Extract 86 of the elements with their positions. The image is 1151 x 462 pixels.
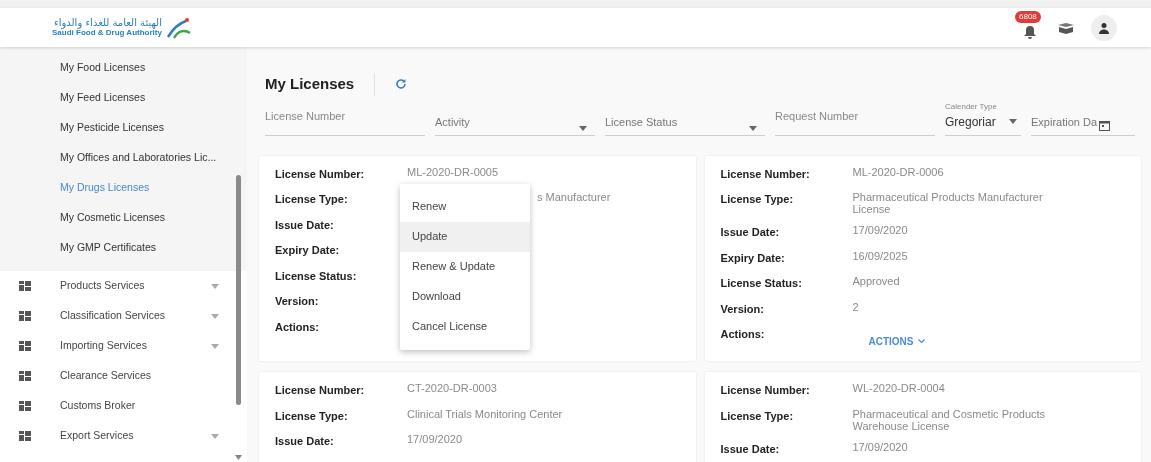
sidebar-item[interactable]: Products Services [0,271,247,301]
grid-icon [19,341,31,351]
page-title: My Licenses [265,73,376,96]
field-label: Expiry Date: [720,250,786,266]
field-value: ML-2020-DR-0006 [852,165,944,178]
field-label: Actions: [275,319,320,335]
menu-item[interactable]: Update [400,221,530,252]
person-icon [1098,21,1110,34]
scrollbar[interactable] [236,175,241,405]
grid-icon [19,281,31,291]
grid-icon [19,311,31,321]
caret-icon [579,125,587,131]
field-label: License Status: [720,276,803,292]
caret-icon [1009,119,1017,124]
caret-icon [211,433,219,439]
field-label: License Type: [275,192,349,207]
select-field[interactable]: License Status [605,101,765,136]
field-label: License Number: [720,383,811,399]
field-value: Approved [852,275,900,288]
field-label: License Type: [720,192,795,207]
caret-icon [211,283,219,289]
date-field[interactable]: Expiration Da [1031,101,1135,136]
caret-icon [211,343,219,349]
sidebar-subitem[interactable]: My Drugs Licenses [0,173,247,203]
menu-item[interactable]: Renew [400,191,530,222]
bell-icon[interactable] [1023,24,1037,39]
sidebar-item[interactable]: Export Services [0,421,247,451]
field-label: Issue Date: [720,441,781,457]
field-label: Issue Date: [275,434,335,450]
grid-icon [19,401,31,411]
avatar[interactable] [1091,14,1117,41]
menu-item[interactable]: Renew & Update [400,251,530,282]
caret-icon [749,125,757,131]
field-value: 16/09/2025 [852,249,908,262]
sidebar-subitem[interactable]: My Food Licenses [0,53,247,83]
select-field[interactable]: Calender Type Gregoriar [945,101,1021,136]
text-field[interactable]: License Number [265,101,425,136]
field-label: License Type: [720,408,795,424]
sidebar-item[interactable]: Classification Services [0,301,247,331]
field-label: Expiry Date: [275,243,341,258]
text-field[interactable]: Request Number [775,101,935,136]
field-value: Clinical Trials Monitoring Center [407,407,563,420]
calendar-icon [1099,119,1111,131]
field-label: Issue Date: [275,217,335,233]
logo-icon [165,16,192,39]
field-value: CT-2020-DR-0003 [407,382,497,395]
notification-badge: 6808 [1015,10,1041,23]
field-label: Version: [720,301,765,317]
field-label: Version: [275,294,320,309]
sidebar-subitem[interactable]: My GMP Certificates [0,233,247,263]
sidebar-subitem[interactable]: My Cosmetic Licenses [0,203,247,233]
grid-icon [19,371,31,381]
field-label: License Number: [275,166,366,182]
field-label: License Status: [275,268,358,284]
field-label: Actions: [720,327,766,343]
field-value: s Manufacturer [537,191,611,204]
field-value: Pharmaceutical and Cosmetic Products Warehouse License [852,407,1047,432]
sidebar-subitem[interactable]: My Offices and Laboratories Lic... [0,143,247,173]
box-icon[interactable] [1057,21,1075,34]
field-value: 17/09/2020 [852,224,908,237]
field-label: License Number: [720,166,811,182]
sidebar-subitem[interactable]: My Feed Licenses [0,83,247,113]
scroll-down-icon[interactable] [235,455,242,460]
field-value: 2 [852,300,859,313]
sidebar-subitem[interactable]: My Pesticide Licenses [0,113,247,143]
sidebar-item[interactable]: Customs Broker [0,391,247,421]
field-value: WL-2020-DR-0004 [852,382,945,395]
sidebar-item[interactable]: Importing Services [0,331,247,361]
field-value: 17/09/2020 [407,433,463,446]
field-label: Issue Date: [720,225,781,241]
chevron-icon [917,339,925,345]
field-label: License Type: [275,408,349,424]
field-value: Pharmaceutical Products Manufacturer License [852,191,1044,216]
actions-button[interactable]: ACTIONS [868,334,925,350]
refresh-icon[interactable] [395,78,408,91]
menu-item[interactable]: Download [400,281,530,312]
field-value: 17/09/2020 [852,440,908,453]
field-label: License Number: [275,383,366,399]
logo-text: Saudi Food & Drug Authority [52,28,162,37]
caret-icon [211,313,219,319]
sidebar-item[interactable]: Clearance Services [0,361,247,391]
menu-item[interactable]: Cancel License [400,311,530,342]
select-field[interactable]: Activity [435,101,595,136]
grid-icon [19,431,31,441]
field-value: ML-2020-DR-0005 [407,165,499,178]
logo-arabic-text: الهيئة العامة للغذاء والدواء [54,18,162,29]
